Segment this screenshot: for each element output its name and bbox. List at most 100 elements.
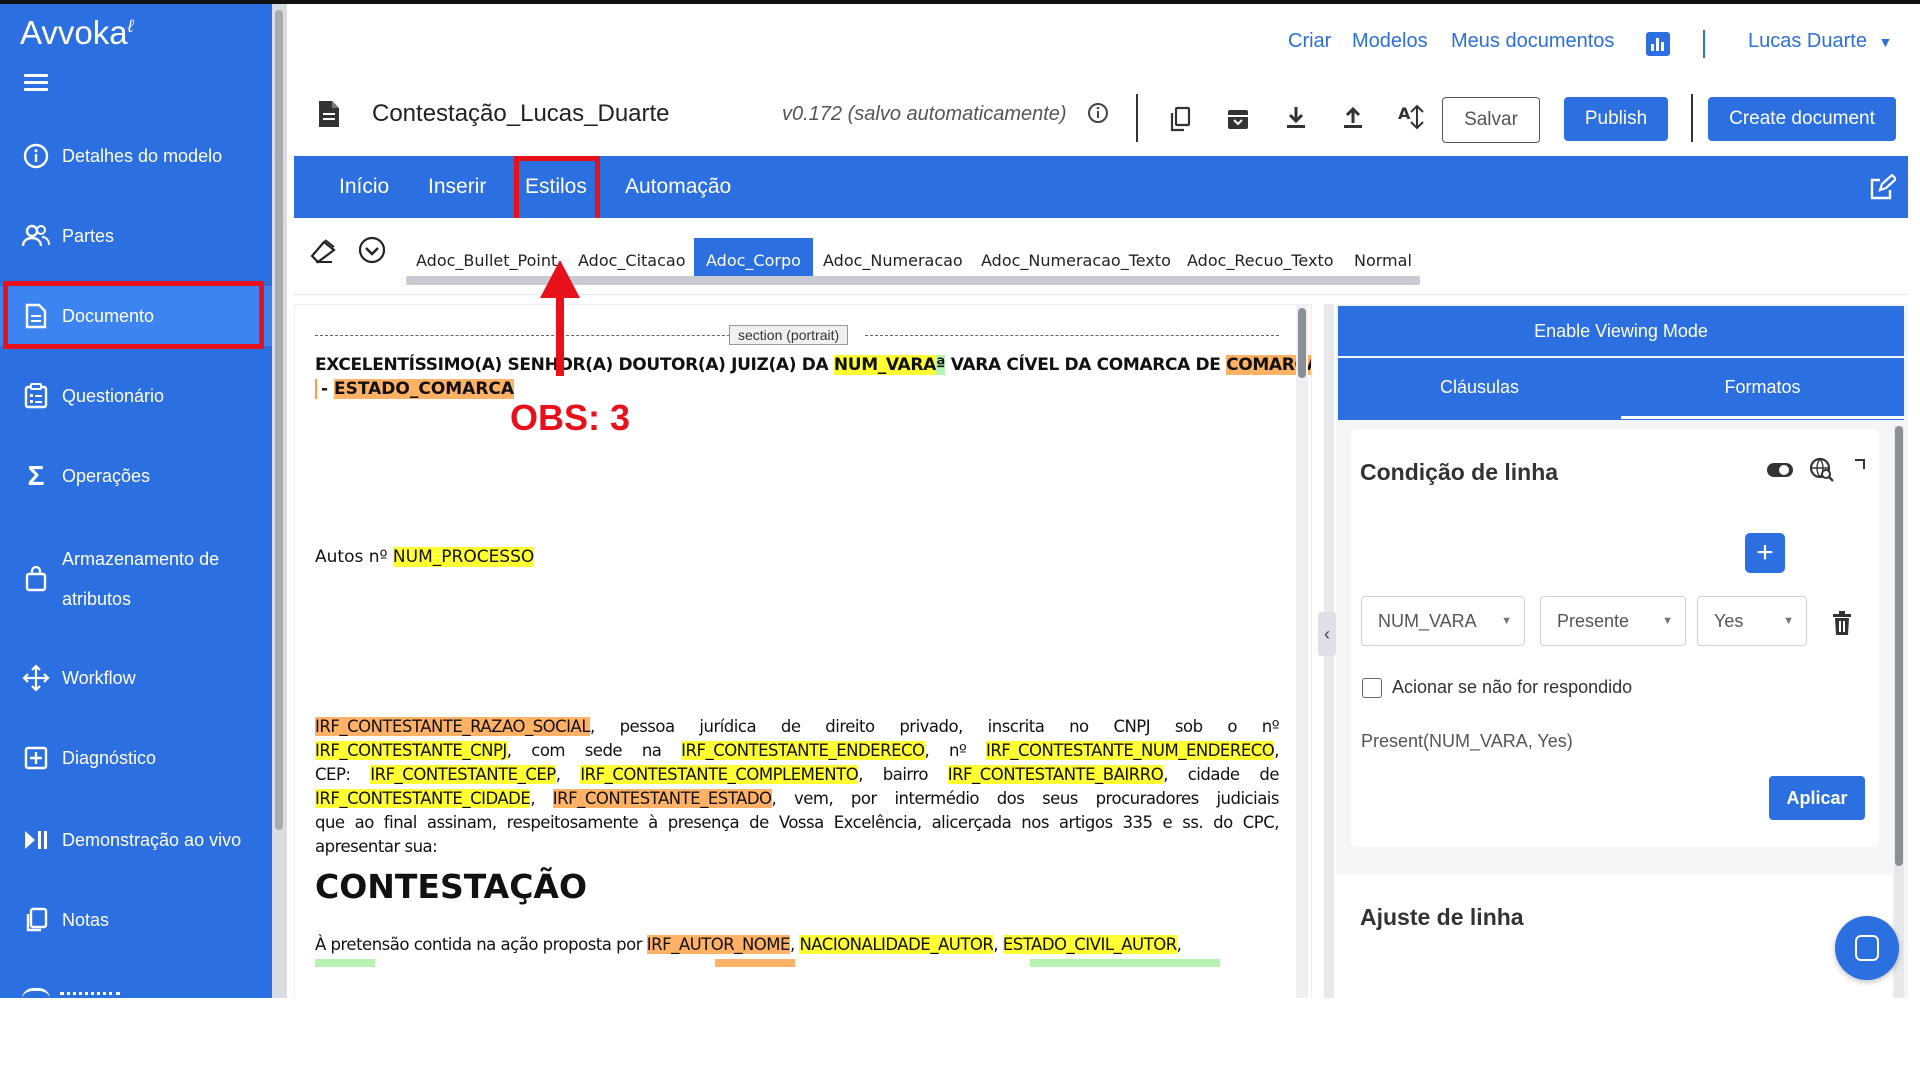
- version-label: v0.172 (salvo automaticamente): [782, 103, 1067, 125]
- sidebar-item-label: Partes: [62, 225, 115, 246]
- apply-button[interactable]: Aplicar: [1769, 776, 1865, 820]
- nav-meus-documentos[interactable]: Meus documentos: [1451, 30, 1614, 53]
- app-logo[interactable]: Avvokaℓ: [20, 14, 133, 52]
- user-menu[interactable]: Lucas Duarte ▼: [1748, 30, 1892, 53]
- variable-endereco[interactable]: IRF_CONTESTANTE_ENDERECO: [681, 741, 925, 760]
- sidebar-item-label: Demonstração ao vivo: [62, 829, 242, 850]
- sidebar-item-armazenamento[interactable]: Armazenamento de atributos: [0, 539, 272, 619]
- variable-nacionalidade[interactable]: NACIONALIDADE_AUTOR: [799, 935, 994, 954]
- variable-estado[interactable]: IRF_CONTESTANTE_ESTADO: [552, 789, 772, 808]
- version-info-icon[interactable]: [1087, 102, 1109, 129]
- sidebar-item-workflow[interactable]: Workflow: [0, 648, 272, 708]
- sigma-icon: Σ: [27, 460, 45, 491]
- text-run: , vem, por intermédio dos seus procurado…: [771, 789, 1280, 808]
- sidebar-item-label: Diagnóstico: [62, 747, 157, 768]
- variable-cnpj[interactable]: IRF_CONTESTANTE_CNPJ: [315, 741, 507, 760]
- feather-icon: ℓ: [127, 16, 134, 36]
- publish-button[interactable]: Publish: [1564, 97, 1668, 141]
- trash-icon[interactable]: [1831, 610, 1853, 641]
- variable-bairro[interactable]: IRF_CONTESTANTE_BAIRRO: [947, 765, 1164, 784]
- variable-num-processo[interactable]: NUM_PROCESSO: [392, 547, 535, 567]
- paragraph-header[interactable]: EXCELENTÍSSIMO(A) SENHOR(A) DOUTOR(A) JU…: [315, 355, 1311, 375]
- upload-icon[interactable]: [1337, 101, 1369, 133]
- download-icon[interactable]: [1280, 101, 1312, 133]
- variable-complemento[interactable]: IRF_CONTESTANTE_COMPLEMENTO: [580, 765, 859, 784]
- document-title[interactable]: Contestação_Lucas_Duarte: [372, 100, 670, 128]
- add-condition-button[interactable]: +: [1745, 533, 1785, 573]
- duplicate-icon[interactable]: [1164, 103, 1196, 135]
- variable-cidade[interactable]: IRF_CONTESTANTE_CIDADE: [315, 789, 531, 808]
- sidebar-item-label: Detalhes do modelo: [62, 145, 223, 166]
- copy-icon: [22, 906, 50, 934]
- section-divider: [865, 335, 1279, 336]
- toggle-icon[interactable]: [1767, 463, 1793, 477]
- users-icon: [22, 222, 50, 250]
- document-scrollbar[interactable]: [1296, 304, 1308, 998]
- collapse-panel-chevron-icon[interactable]: ‹: [1318, 612, 1336, 656]
- sidebar-item-operacoes[interactable]: Σ Operações: [0, 446, 272, 506]
- svg-text:A: A: [1398, 104, 1411, 123]
- chat-bubble-button[interactable]: [1835, 916, 1899, 980]
- paragraph-qualificacao[interactable]: IRF_CONTESTANTE_RAZAO_SOCIAL, pessoa jur…: [315, 715, 1280, 859]
- text-run: , pessoa jurídica de direito privado, in…: [590, 717, 1279, 736]
- operator-select[interactable]: Presente ▼: [1540, 596, 1686, 646]
- tab-formatos[interactable]: Formatos: [1621, 358, 1904, 416]
- variable-autor-nome[interactable]: IRF_AUTOR_NOME: [646, 935, 790, 954]
- text-line: apresentar sua:: [315, 837, 438, 856]
- paragraph-header-line2[interactable]: - ESTADO_COMARCA: [315, 379, 515, 399]
- card-title: Ajuste de linha: [1360, 904, 1524, 930]
- sidebar-item-demonstracao[interactable]: Demonstração ao vivo: [0, 810, 272, 870]
- enable-viewing-mode-button[interactable]: Enable Viewing Mode: [1338, 306, 1904, 356]
- sidebar-item-notas[interactable]: Notas: [0, 890, 272, 950]
- panel-scrollbar[interactable]: [1894, 426, 1904, 998]
- variable-num-endereco[interactable]: IRF_CONTESTANTE_NUM_ENDERECO: [985, 741, 1275, 760]
- variable-estado-comarca[interactable]: ESTADO_COMARCA: [333, 379, 515, 399]
- variable-num-vara[interactable]: NUM_VARA: [833, 355, 936, 375]
- variable-razao-social[interactable]: IRF_CONTESTANTE_RAZAO_SOCIAL: [315, 717, 591, 736]
- paragraph-pretensao[interactable]: À pretensão contida na ação proposta por…: [315, 935, 1279, 954]
- sidebar-item-questionario[interactable]: Questionário: [0, 366, 272, 426]
- sidebar-item-diagnostico[interactable]: Diagnóstico: [0, 728, 272, 788]
- variable-estado-civil[interactable]: ESTADO_CIVIL_AUTOR: [1002, 935, 1177, 954]
- tab-automacao[interactable]: Automação: [625, 156, 731, 218]
- paragraph-autos[interactable]: Autos nº NUM_PROCESSO: [315, 547, 535, 567]
- text-run: , com sede na: [506, 741, 682, 760]
- section-tag: section (portrait): [729, 325, 849, 345]
- value-select[interactable]: Yes ▼: [1697, 596, 1807, 646]
- sidebar-item-partes[interactable]: Partes: [0, 206, 272, 266]
- nav-modelos[interactable]: Modelos: [1352, 30, 1428, 53]
- file-icon: [318, 100, 340, 133]
- plus-square-icon: [22, 744, 50, 772]
- text-run: ,: [1176, 935, 1182, 954]
- spellcheck-icon[interactable]: A: [1396, 101, 1428, 133]
- search-globe-icon[interactable]: [1809, 457, 1835, 488]
- archive-icon[interactable]: [1222, 103, 1254, 135]
- edit-icon[interactable]: [1868, 173, 1898, 207]
- document-editor[interactable]: section (portrait) EXCELENTÍSSIMO(A) SEN…: [294, 304, 1312, 998]
- tab-inicio[interactable]: Início: [339, 156, 389, 218]
- clear-format-icon[interactable]: [310, 236, 340, 271]
- text-run: Autos nº: [315, 547, 393, 567]
- red-highlight-documento: [3, 281, 264, 349]
- tab-inserir[interactable]: Inserir: [428, 156, 486, 218]
- sidebar-item-label: Questionário: [62, 385, 165, 406]
- sidebar-scrollbar[interactable]: [272, 4, 287, 998]
- nav-criar[interactable]: Criar: [1288, 30, 1331, 53]
- variable-select[interactable]: NUM_VARA ▼: [1361, 596, 1525, 646]
- hamburger-menu-icon[interactable]: [24, 74, 48, 92]
- analytics-icon[interactable]: [1646, 32, 1670, 56]
- heading-contestacao[interactable]: CONTESTAÇÃO: [315, 867, 587, 906]
- checkbox-label: Acionar se não for respondido: [1392, 677, 1633, 697]
- variable-cep[interactable]: IRF_CONTESTANTE_CEP: [370, 765, 556, 784]
- trigger-unanswered-checkbox[interactable]: [1362, 678, 1382, 698]
- annotation-text: OBS: 3: [510, 397, 631, 438]
- tab-clausulas[interactable]: Cláusulas: [1338, 358, 1621, 416]
- play-pause-icon: [22, 826, 50, 854]
- dropdown-circle-icon[interactable]: [358, 236, 386, 269]
- active-tab-indicator: [1621, 416, 1904, 419]
- sidebar-item-detalhes[interactable]: Detalhes do modelo: [0, 126, 272, 186]
- expand-corner-icon[interactable]: [1855, 459, 1865, 469]
- create-document-button[interactable]: Create document: [1708, 97, 1896, 141]
- sidebar: Avvokaℓ Detalhes do modelo Partes Docume…: [0, 4, 272, 998]
- save-button[interactable]: Salvar: [1442, 97, 1540, 143]
